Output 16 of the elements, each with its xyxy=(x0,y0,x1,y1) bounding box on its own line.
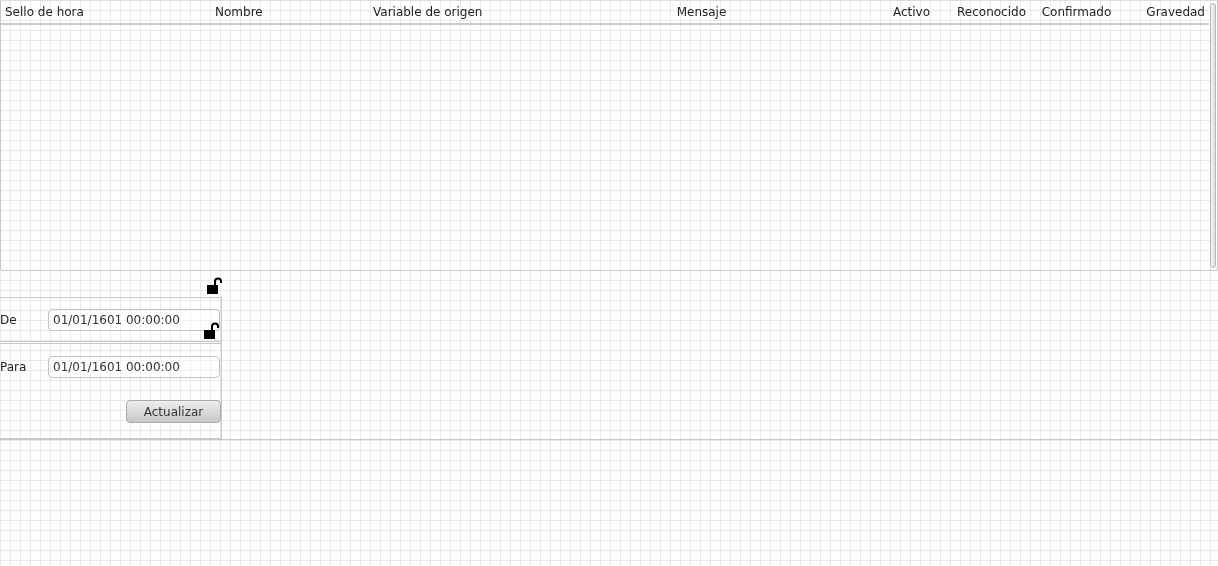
update-button[interactable]: Actualizar xyxy=(126,400,221,423)
column-header[interactable]: Sello de hora xyxy=(1,1,211,23)
column-header[interactable]: Activo xyxy=(874,1,949,23)
column-header[interactable]: Variable de origen xyxy=(369,1,529,23)
open-padlock-icon[interactable] xyxy=(206,277,222,294)
column-header[interactable]: Confirmado xyxy=(1034,1,1119,23)
column-header[interactable]: Mensaje xyxy=(529,1,874,23)
date-time-field[interactable]: 01/01/1601 00:00:00 xyxy=(48,308,220,331)
field-label: Para xyxy=(0,360,28,374)
column-header[interactable]: Nombre xyxy=(211,1,369,23)
scrollbar[interactable] xyxy=(1210,3,1216,268)
field-label: De xyxy=(0,312,18,327)
date-time-field[interactable]: 01/01/1601 00:00:00 xyxy=(48,356,220,378)
column-header[interactable]: Gravedad xyxy=(1119,1,1209,23)
open-padlock-icon[interactable] xyxy=(203,322,219,339)
column-header[interactable]: Reconocido xyxy=(949,1,1034,23)
